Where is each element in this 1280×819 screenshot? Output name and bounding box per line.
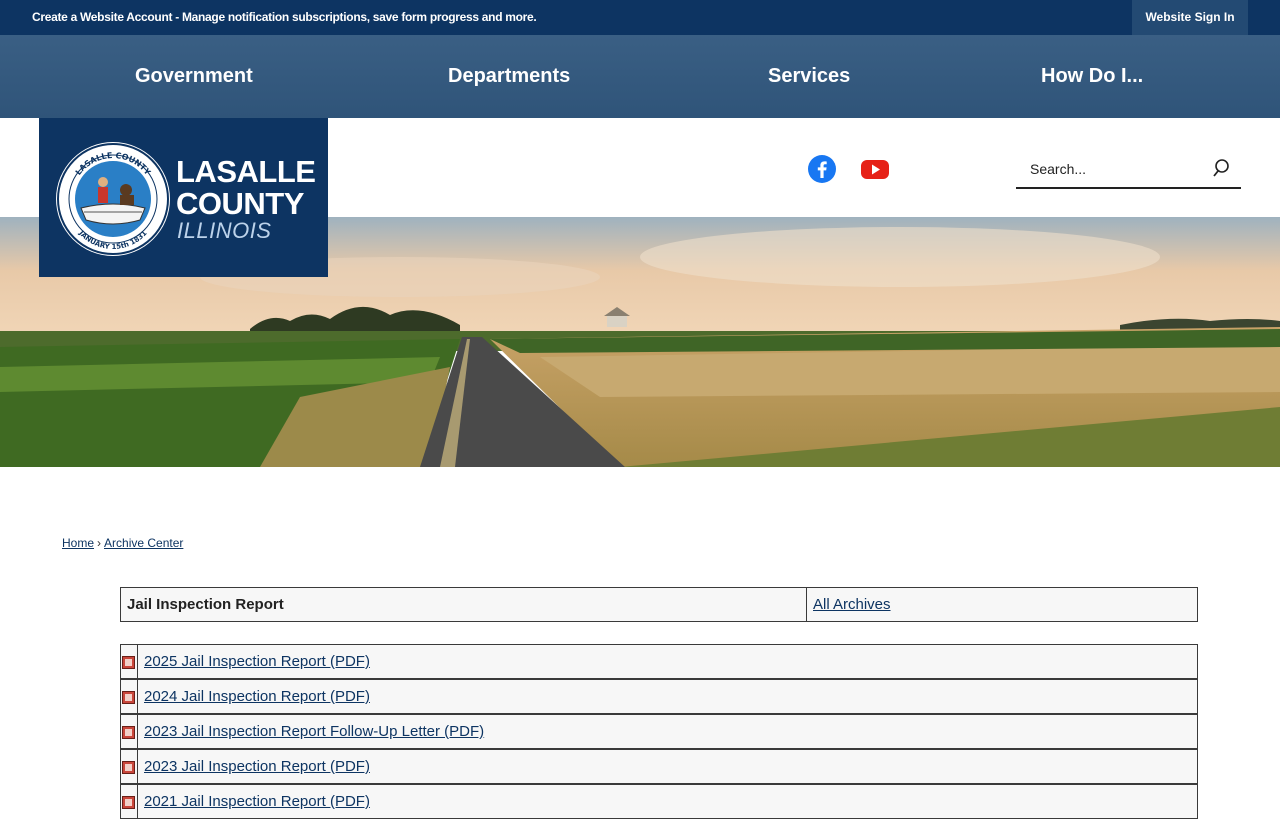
- breadcrumb: Home › Archive Center: [62, 536, 183, 550]
- logo-line-illinois: ILLINOIS: [177, 218, 272, 243]
- utility-bar: Create a Website Account - Manage notifi…: [0, 0, 1280, 35]
- pdf-icon-cell: [121, 785, 138, 818]
- pdf-icon-cell: [121, 645, 138, 678]
- breadcrumb-separator: ›: [97, 536, 102, 550]
- website-sign-in-button[interactable]: Website Sign In: [1132, 0, 1248, 35]
- breadcrumb-archive-center-link[interactable]: Archive Center: [104, 536, 183, 550]
- logo-line-county: COUNTY: [176, 186, 304, 221]
- youtube-icon[interactable]: [860, 154, 890, 184]
- list-item: 2023 Jail Inspection Report (PDF): [120, 749, 1198, 784]
- list-item: 2025 Jail Inspection Report (PDF): [120, 644, 1198, 679]
- nav-item-how-do-i[interactable]: How Do I...: [1041, 35, 1143, 118]
- pdf-icon: [122, 726, 135, 739]
- archive-list: 2025 Jail Inspection Report (PDF) 2024 J…: [120, 644, 1198, 819]
- county-seal-icon: LASALLE COUNTY JANUARY 15th 1831: [56, 142, 170, 256]
- archive-item-link[interactable]: 2023 Jail Inspection Report Follow-Up Le…: [144, 715, 484, 748]
- pdf-icon-cell: [121, 750, 138, 783]
- pdf-icon: [122, 691, 135, 704]
- facebook-icon[interactable]: [807, 154, 837, 184]
- search-input[interactable]: [1016, 150, 1217, 187]
- pdf-icon-cell: [121, 680, 138, 713]
- nav-item-services[interactable]: Services: [768, 35, 850, 118]
- archive-item-link[interactable]: 2024 Jail Inspection Report (PDF): [144, 680, 370, 713]
- pdf-icon-cell: [121, 715, 138, 748]
- all-archives-link[interactable]: All Archives: [813, 588, 891, 621]
- logo-line-lasalle: LASALLE: [176, 154, 316, 189]
- archive-item-link[interactable]: 2021 Jail Inspection Report (PDF): [144, 785, 370, 818]
- pdf-icon: [122, 796, 135, 809]
- main-nav: Government Departments Services How Do I…: [0, 35, 1280, 118]
- nav-item-departments[interactable]: Departments: [448, 35, 570, 118]
- county-logo[interactable]: LASALLE COUNTY JANUARY 15th 1831 LASALLE…: [39, 118, 328, 277]
- pdf-icon: [122, 761, 135, 774]
- archive-item-link[interactable]: 2023 Jail Inspection Report (PDF): [144, 750, 370, 783]
- list-item: 2021 Jail Inspection Report (PDF): [120, 784, 1198, 819]
- archive-header-table: Jail Inspection Report All Archives: [120, 587, 1198, 622]
- archive-item-link[interactable]: 2025 Jail Inspection Report (PDF): [144, 645, 370, 678]
- create-account-link[interactable]: Create a Website Account - Manage notifi…: [32, 0, 537, 35]
- site-search: [1016, 150, 1241, 189]
- list-item: 2024 Jail Inspection Report (PDF): [120, 679, 1198, 714]
- search-icon[interactable]: [1212, 157, 1234, 179]
- archive-title: Jail Inspection Report: [121, 588, 807, 621]
- pdf-icon: [122, 656, 135, 669]
- nav-item-government[interactable]: Government: [135, 35, 253, 118]
- list-item: 2023 Jail Inspection Report Follow-Up Le…: [120, 714, 1198, 749]
- breadcrumb-home-link[interactable]: Home: [62, 536, 94, 550]
